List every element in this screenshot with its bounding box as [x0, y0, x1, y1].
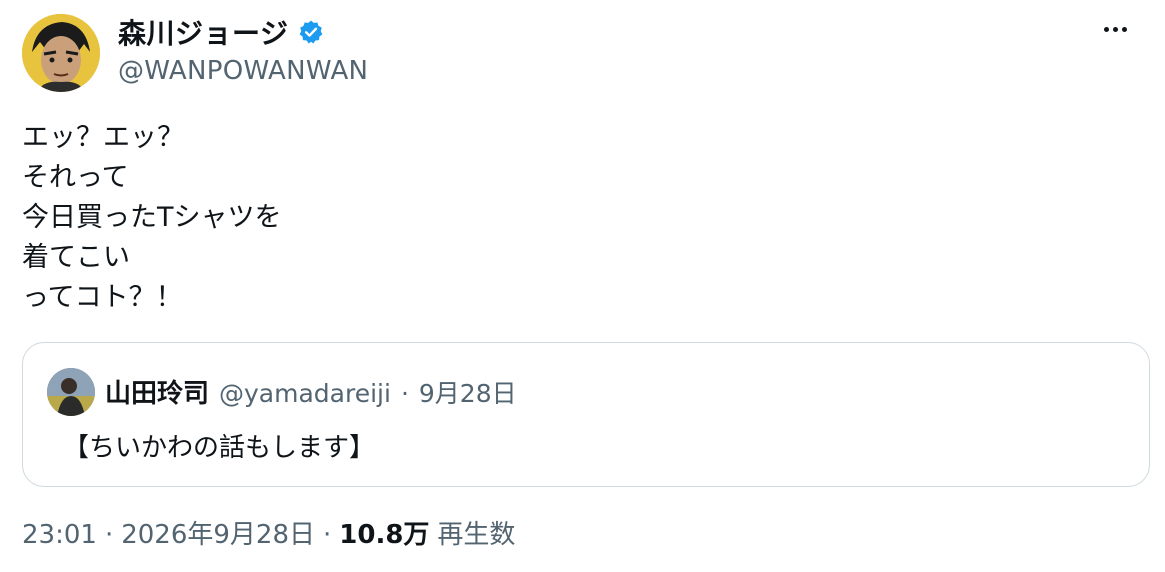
- views-label: 再生数: [437, 520, 516, 550]
- quote-header: 山田玲司 @yamadareiji · 9月28日: [105, 373, 517, 410]
- tweet-text-line: エッ？エッ？: [22, 122, 184, 153]
- more-dot-icon: [1121, 26, 1127, 32]
- author-name[interactable]: 森川ジョージ: [118, 12, 288, 52]
- footer-separator: ·: [323, 520, 332, 550]
- footer-separator: ·: [104, 520, 114, 550]
- verified-badge-icon: [298, 19, 324, 45]
- views-count: 10.8万: [339, 520, 430, 550]
- tweet-text: エッ？エッ？ それって 今日買ったTシャツを 着てこい ってコト？！: [22, 118, 282, 318]
- more-dot-icon: [1112, 26, 1118, 32]
- author-name-row: 森川ジョージ: [118, 12, 324, 52]
- quote-date: 9月28日: [418, 379, 517, 408]
- tweet-footer: 23:01 · 2026年9月28日 · 10.8万 再生数: [22, 514, 515, 551]
- tweet-text-line: 今日買ったTシャツを: [22, 202, 282, 233]
- author-handle[interactable]: @WANPOWANWAN: [118, 56, 368, 86]
- tweet-text-line: それって: [22, 162, 129, 193]
- tweet-text-line: ってコト？！: [22, 282, 183, 313]
- quote-author-avatar: [47, 368, 95, 416]
- more-options-button[interactable]: [1095, 14, 1135, 44]
- tweet-card: 森川ジョージ @WANPOWANWAN エッ？エッ？ それって 今日買ったTシャ…: [0, 0, 1165, 572]
- quote-separator: ·: [400, 379, 409, 408]
- quoted-tweet[interactable]: 山田玲司 @yamadareiji · 9月28日 【ちいかわの話もします】: [22, 342, 1150, 487]
- more-dot-icon: [1103, 26, 1109, 32]
- tweet-time[interactable]: 23:01: [22, 520, 97, 550]
- quote-author-name: 山田玲司: [105, 379, 210, 409]
- tweet-text-line: 着てこい: [22, 242, 130, 273]
- author-avatar[interactable]: [22, 14, 100, 92]
- quote-author-handle: @yamadareiji: [219, 379, 391, 408]
- quote-text: 【ちいかわの話もします】: [63, 433, 376, 463]
- tweet-date[interactable]: 2026年9月28日: [121, 514, 315, 551]
